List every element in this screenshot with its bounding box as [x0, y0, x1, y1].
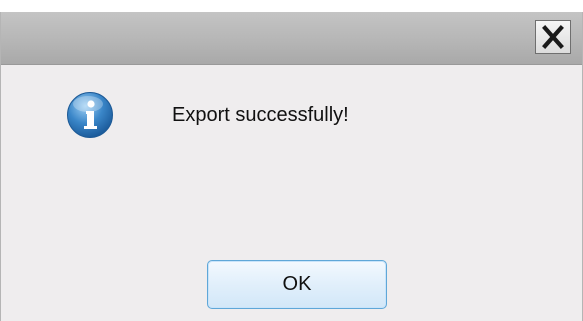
- dialog-title-bar[interactable]: [1, 12, 582, 65]
- dialog-message: Export successfully!: [172, 104, 349, 126]
- ok-button[interactable]: OK: [207, 260, 387, 309]
- info-icon: [66, 91, 114, 139]
- close-button[interactable]: [535, 20, 571, 54]
- background-strip: [0, 0, 583, 12]
- export-message-dialog: Export successfully! OK: [0, 12, 583, 321]
- close-icon: [542, 25, 564, 49]
